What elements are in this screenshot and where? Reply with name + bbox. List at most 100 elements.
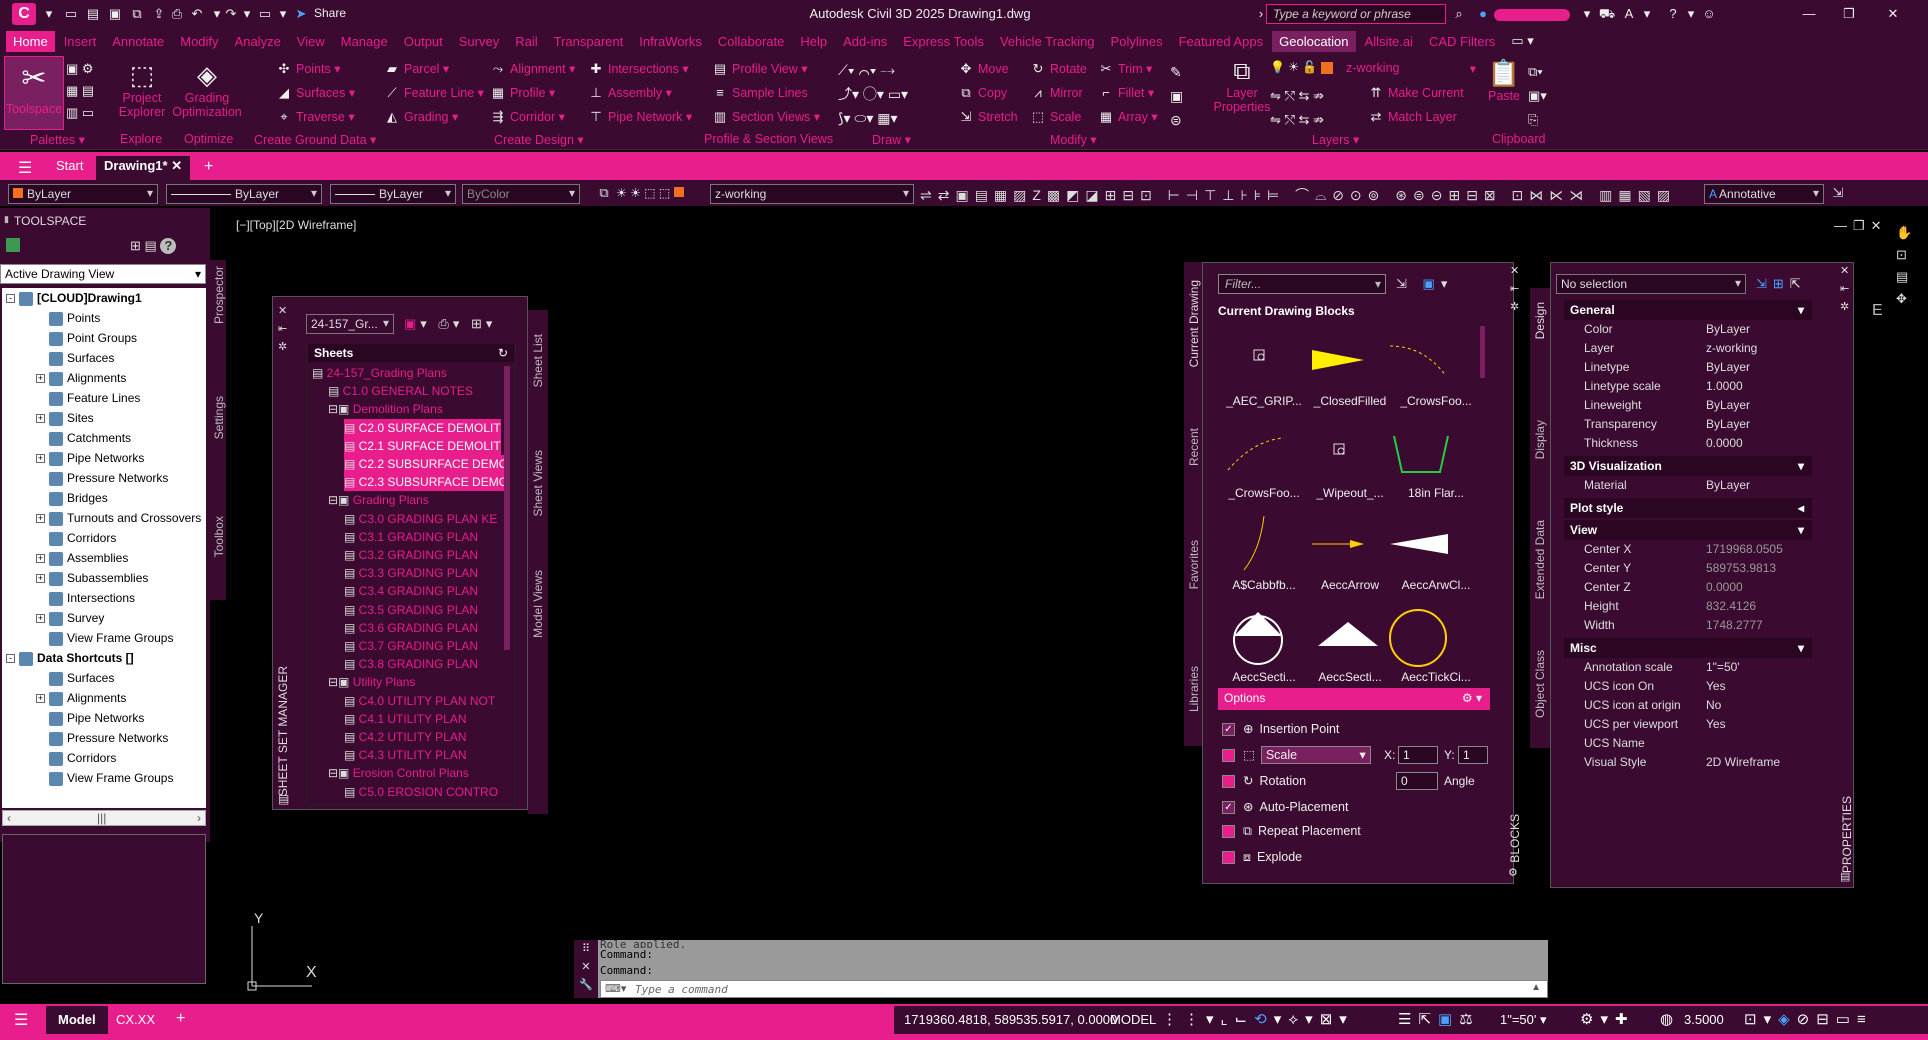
property-row[interactable]: UCS icon On Yes <box>1564 677 1812 696</box>
tree-node[interactable]: Catchments <box>36 428 131 448</box>
panel-label-create-ground-data[interactable]: Create Ground Data ▾ <box>254 132 376 147</box>
ribbon-minimize-icon[interactable]: ▭ ▾ <box>1504 30 1540 52</box>
make-current-button[interactable]: ⇈ Make Current <box>1368 85 1464 101</box>
layer-dropdown[interactable]: z-working ▾ <box>710 184 914 204</box>
workspace-toggle-icons[interactable]: ⚙▾✚ <box>1580 1010 1635 1028</box>
block-item-label[interactable]: _ClosedFilled <box>1302 394 1398 408</box>
autodesk-a-icon[interactable]: A <box>1620 5 1638 23</box>
copy-button[interactable]: ⧉ Copy <box>958 85 1007 101</box>
annotation-monitor-icon[interactable]: ◍ <box>1660 1010 1673 1028</box>
insertion-point-option[interactable]: ✓ ⊕ Insertion Point <box>1222 718 1339 740</box>
redo-dropdown-icon[interactable]: ▾ <box>238 5 256 23</box>
tree-node[interactable]: + Subassemblies <box>36 568 148 588</box>
property-row[interactable]: Center X 1719968.0505 <box>1564 540 1812 559</box>
property-row[interactable]: Width 1748.2777 <box>1564 616 1812 635</box>
property-value[interactable]: ByLayer <box>1706 417 1750 431</box>
command-line-controls[interactable]: ⠿ ✕ 🔧 <box>574 940 598 998</box>
tree-expander-icon[interactable]: + <box>36 574 45 584</box>
modify-extra-icons[interactable]: ✎ ▣ ⊜ <box>1170 60 1183 132</box>
tab-help[interactable]: Help <box>793 31 834 52</box>
block-thumb-aecc-secti-1[interactable] <box>1233 612 1283 665</box>
tree-node[interactable]: Corridors <box>36 528 116 548</box>
toolspace-help-icon[interactable]: ? <box>160 238 177 254</box>
block-item-label[interactable]: 18in Flar... <box>1388 486 1484 500</box>
restore-icon[interactable]: ❐ <box>1840 5 1858 23</box>
annotative-combo[interactable]: A Annotative ▾ <box>1704 184 1824 204</box>
project-explorer-button[interactable]: ⬚ Project Explorer <box>118 60 166 119</box>
workspace-icon[interactable]: ▭ <box>256 5 274 23</box>
tree-node[interactable]: + Assemblies <box>36 548 128 568</box>
tree-node[interactable]: + Pipe Networks <box>36 448 144 468</box>
help-dropdown-icon[interactable]: ▾ <box>1682 5 1700 23</box>
mirror-button[interactable]: ⩘ Mirror <box>1030 85 1082 101</box>
tree-expander-icon[interactable]: + <box>36 614 45 624</box>
tab-modify[interactable]: Modify <box>173 31 225 52</box>
property-value[interactable]: 0.0000 <box>1706 436 1743 450</box>
points-button[interactable]: ✣ Points ▾ <box>276 61 341 77</box>
property-row[interactable]: Layer z-working <box>1564 339 1812 358</box>
tree-node[interactable]: View Frame Groups <box>36 768 173 788</box>
block-item-label[interactable]: AeccTickCi... <box>1388 670 1484 684</box>
tab-cad-filters[interactable]: CAD Filters <box>1422 31 1502 52</box>
workspace-dropdown-icon[interactable]: ▾ <box>274 5 292 23</box>
parcel-button[interactable]: ▰ Parcel ▾ <box>384 61 449 77</box>
layer-manager-icon[interactable]: ⧉ <box>596 185 612 201</box>
section-view[interactable]: View ▾ <box>1564 520 1812 540</box>
repeat-placement-option[interactable]: ⧉ Repeat Placement <box>1222 820 1361 842</box>
user-icon[interactable]: ● <box>1474 5 1492 23</box>
sheet-item[interactable]: ▤ C4.1 UTILITY PLAN <box>344 710 467 728</box>
tab-model-views[interactable]: Model Views <box>531 570 545 638</box>
new-layout-icon[interactable]: + <box>176 1010 185 1028</box>
property-value[interactable]: No <box>1706 698 1721 712</box>
viewport-window-controls[interactable]: —❐✕ <box>1834 218 1888 234</box>
surfaces-button[interactable]: ◢ Surfaces ▾ <box>276 85 355 101</box>
block-thumb-crowsfoot-2[interactable] <box>1227 437 1285 471</box>
tree-expander-icon[interactable]: + <box>36 414 45 424</box>
layer-combo[interactable]: z-working ▾ <box>1346 61 1476 76</box>
block-item-label[interactable]: _CrowsFoo... <box>1216 486 1312 500</box>
tab-express-tools[interactable]: Express Tools <box>896 31 991 52</box>
property-row[interactable]: Transparency ByLayer <box>1564 415 1812 434</box>
property-row[interactable]: Visual Style 2D Wireframe <box>1564 753 1812 772</box>
status-right-icons[interactable]: ⊡▾◈⊘⊟▭≡ <box>1744 1010 1873 1028</box>
model-tab[interactable]: Model <box>46 1006 108 1034</box>
viewcube-e-label[interactable]: E <box>1872 302 1883 320</box>
tree-node[interactable]: - Data Shortcuts [] <box>6 648 134 668</box>
command-recent-icon[interactable]: ⌨▾ <box>605 982 626 995</box>
refresh-icon[interactable]: ↻ <box>498 346 508 360</box>
sheet-set-combo[interactable]: 24-157_Gr... ▾ <box>306 314 394 334</box>
sheet-item[interactable]: ▤ C2.0 SURFACE DEMOLIT <box>344 418 501 437</box>
tab-manage[interactable]: Manage <box>334 31 395 52</box>
traverse-button[interactable]: ⌖ Traverse ▾ <box>276 109 354 125</box>
layout-menu-icon[interactable]: ☰ <box>14 1010 28 1030</box>
cloud-save-icon[interactable]: ⇪ <box>150 5 168 23</box>
tree-node[interactable]: Intersections <box>36 588 135 608</box>
block-item-label[interactable]: _AEC_GRIP... <box>1216 394 1312 408</box>
property-value[interactable]: 0.0000 <box>1706 580 1743 594</box>
ssm-palette-controls[interactable]: ✕ ⇤ ✲ <box>278 302 287 356</box>
property-row[interactable]: Annotation scale 1"=50' <box>1564 658 1812 677</box>
palette-small-icons[interactable]: ▣ ⚙ ▦ ▤ ▥ ▭ <box>66 58 106 126</box>
property-value[interactable]: 1.0000 <box>1706 379 1743 393</box>
a360-dropdown-icon[interactable]: ▾ <box>1638 5 1656 23</box>
tab-prospector[interactable]: Prospector <box>212 266 226 324</box>
blocks-palette-controls[interactable]: ✕ ⇤ ✲ <box>1510 262 1519 316</box>
property-value[interactable]: Yes <box>1706 717 1726 731</box>
ssm-toolbar-icons[interactable]: ▣▾ ⎙▾ ⊞▾ <box>404 316 496 332</box>
block-item-label[interactable]: AeccArrow <box>1302 578 1398 592</box>
tab-current-drawing[interactable]: Current Drawing <box>1187 280 1201 367</box>
property-row[interactable]: Material ByLayer <box>1564 476 1812 495</box>
property-value[interactable]: 1719968.0505 <box>1706 542 1783 556</box>
panel-label-draw[interactable]: Draw ▾ <box>872 132 911 147</box>
annotation-toggle-icons[interactable]: ☰⇱▣⚖ <box>1398 1010 1480 1028</box>
sheet-item[interactable]: ▤ C3.4 GRADING PLAN <box>344 582 478 600</box>
save-as-icon[interactable]: ⧉ <box>128 5 146 23</box>
section-views-button[interactable]: ▥ Section Views ▾ <box>712 109 820 125</box>
sheet-item[interactable]: ▤ C3.7 GRADING PLAN <box>344 637 478 655</box>
tree-expander-icon[interactable]: + <box>36 454 45 464</box>
toolspace-item-view-icon[interactable] <box>6 238 20 252</box>
sheet-item[interactable]: ▤ C3.8 GRADING PLAN <box>344 655 478 673</box>
command-expand-icon[interactable]: ▲ <box>1531 982 1541 993</box>
rotate-button[interactable]: ↻ Rotate <box>1030 61 1087 77</box>
sheet-subset[interactable]: ⊟▣ Utility Plans <box>328 673 415 691</box>
